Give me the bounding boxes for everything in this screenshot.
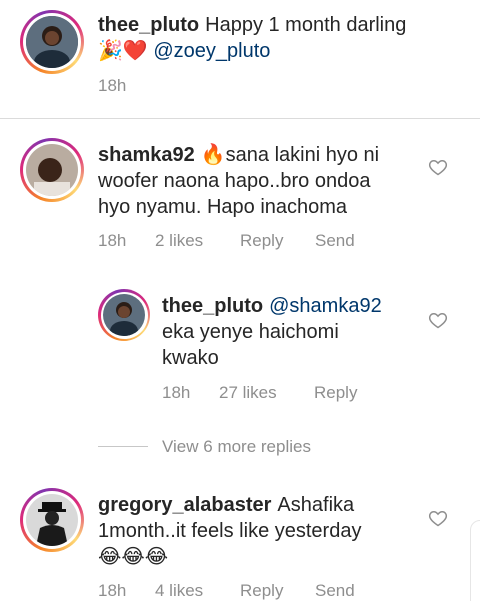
reply-likes[interactable]: 27 likes (219, 383, 314, 403)
like-heart-icon[interactable] (428, 508, 448, 528)
reply-text-line: eka yenye haichomi (162, 321, 339, 343)
reply-time: 18h (162, 383, 191, 402)
like-heart-icon[interactable] (428, 157, 448, 177)
caption-mention[interactable]: @zoey_pluto (153, 40, 270, 62)
comment-time: 18h (98, 231, 127, 250)
avatar-shamka92[interactable] (20, 138, 84, 202)
avatar-photo-icon (26, 144, 78, 196)
comment-text-line: 1month..it feels like yesterday (98, 520, 362, 542)
comment-username[interactable]: gregory_alabaster (98, 494, 271, 516)
reply-button[interactable]: Reply (240, 581, 315, 601)
comment-emoji: 😂😂😂 (98, 546, 169, 568)
view-more-line (98, 446, 148, 447)
reply-text-line: kwako (162, 347, 219, 369)
reply-button[interactable]: Reply (314, 383, 357, 403)
floating-panel-edge (470, 520, 480, 601)
caption-text: Happy 1 month darling (205, 14, 407, 36)
comment-text-line: Ashafika (277, 494, 355, 516)
reply-button[interactable]: Reply (240, 231, 315, 251)
caption-time: 18h (98, 76, 127, 95)
comment-likes[interactable]: 4 likes (155, 581, 240, 601)
reply-mention[interactable]: @shamka92 (269, 295, 382, 317)
send-button[interactable]: Send (315, 231, 355, 251)
like-heart-icon[interactable] (428, 310, 448, 330)
avatar-thee-pluto-reply[interactable] (98, 289, 150, 341)
avatar-photo-icon (26, 494, 78, 546)
send-button[interactable]: Send (315, 581, 355, 601)
comment-username[interactable]: shamka92 (98, 144, 195, 166)
comment-time: 18h (98, 581, 127, 600)
avatar-thee-pluto[interactable] (20, 10, 84, 74)
comment-text-line: hyo nyamu. Hapo inachoma (98, 196, 348, 218)
view-more-label[interactable]: View 6 more replies (162, 437, 311, 457)
comment-text-line: 🔥sana lakini hyo ni (200, 144, 380, 166)
avatar-photo-icon (103, 294, 145, 336)
avatar-photo-icon (26, 16, 78, 68)
comment-likes[interactable]: 2 likes (155, 231, 240, 251)
comment-text-line: woofer naona hapo..bro ondoa (98, 170, 371, 192)
caption-emoji: 🎉❤️ (98, 40, 148, 62)
reply-username[interactable]: thee_pluto (162, 295, 263, 317)
caption-username[interactable]: thee_pluto (98, 14, 199, 36)
avatar-gregory-alabaster[interactable] (20, 488, 84, 552)
divider (0, 118, 480, 119)
